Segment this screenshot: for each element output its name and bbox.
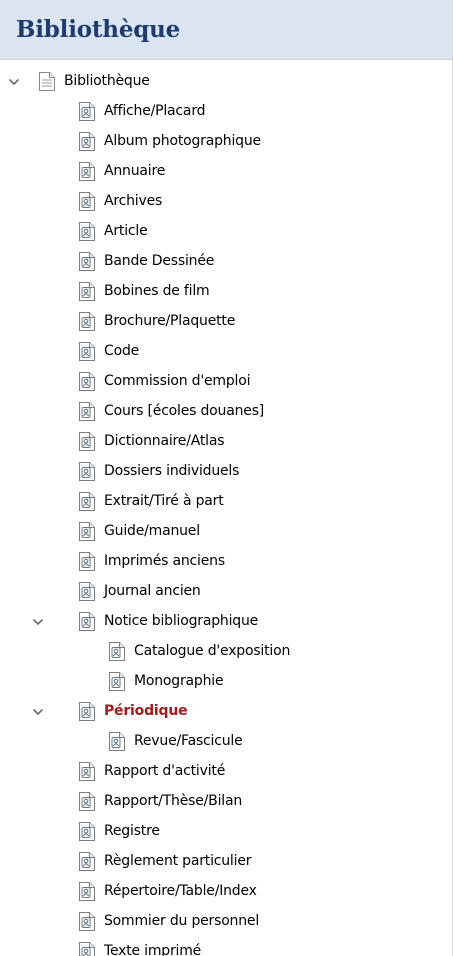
panel-header: Bibliothèque [0, 0, 452, 60]
tree-node-monographie[interactable]: Monographie [0, 667, 452, 697]
record-type-icon [78, 851, 96, 872]
tree-node-label: Code [104, 343, 140, 359]
tree-node-repertoire-table-index[interactable]: Répertoire/Table/Index [0, 877, 452, 907]
record-type-icon [78, 131, 96, 152]
tree-node-revue-fascicule[interactable]: Revue/Fascicule [0, 727, 452, 757]
tree-node-journal-ancien[interactable]: Journal ancien [0, 577, 452, 607]
record-type-icon [78, 401, 96, 422]
tree-node-sommier-du-personnel[interactable]: Sommier du personnel [0, 907, 452, 937]
tree-node-album-photographique[interactable]: Album photographique [0, 127, 452, 157]
record-type-icon [108, 731, 126, 752]
tree-node-label: Monographie [134, 673, 224, 689]
chevron-down-icon[interactable] [32, 706, 44, 718]
document-icon [38, 71, 56, 92]
tree-node-label: Bande Dessinée [104, 253, 215, 269]
record-type-icon [78, 791, 96, 812]
tree-node-article[interactable]: Article [0, 217, 452, 247]
tree-node-label: Revue/Fascicule [134, 733, 243, 749]
record-type-icon [78, 761, 96, 782]
tree-node-label: Sommier du personnel [104, 913, 260, 929]
record-type-icon [78, 701, 96, 722]
tree-node-dossiers-individuels[interactable]: Dossiers individuels [0, 457, 452, 487]
tree-node-bande-dessinee[interactable]: Bande Dessinée [0, 247, 452, 277]
record-type-icon [78, 821, 96, 842]
tree-node-notice-bibliographique[interactable]: Notice bibliographique [0, 607, 452, 637]
record-type-icon [108, 641, 126, 662]
record-type-icon [78, 521, 96, 542]
panel-title: Bibliothèque [16, 16, 181, 43]
tree-node-label: Texte imprimé [104, 943, 202, 956]
tree-node-label: Répertoire/Table/Index [104, 883, 257, 899]
record-type-icon [78, 221, 96, 242]
record-type-icon [78, 551, 96, 572]
tree-node-archives[interactable]: Archives [0, 187, 452, 217]
tree-node-brochure-plaquette[interactable]: Brochure/Plaquette [0, 307, 452, 337]
tree-node-commission-d-emploi[interactable]: Commission d'emploi [0, 367, 452, 397]
tree-node-label: Article [104, 223, 148, 239]
tree-node-rapport-d-activite[interactable]: Rapport d'activité [0, 757, 452, 787]
tree-node-dictionnaire-atlas[interactable]: Dictionnaire/Atlas [0, 427, 452, 457]
tree-node-label: Rapport/Thèse/Bilan [104, 793, 242, 809]
record-type-icon [78, 431, 96, 452]
tree-node-label: Affiche/Placard [104, 103, 206, 119]
record-type-icon [78, 161, 96, 182]
record-type-icon [108, 671, 126, 692]
tree-node-label: Règlement particulier [104, 853, 252, 869]
tree-node-label: Registre [104, 823, 160, 839]
tree-node-code[interactable]: Code [0, 337, 452, 367]
record-type-icon [78, 911, 96, 932]
record-type-icon [78, 881, 96, 902]
tree-node-affiche-placard[interactable]: Affiche/Placard [0, 97, 452, 127]
tree-node-texte-imprime[interactable]: Texte imprimé [0, 937, 452, 956]
tree-node-label: Catalogue d'exposition [134, 643, 291, 659]
tree-node-label: Journal ancien [104, 583, 201, 599]
record-type-icon [78, 251, 96, 272]
tree-node-label: Annuaire [104, 163, 166, 179]
tree-node-periodique[interactable]: Périodique [0, 697, 452, 727]
tree-node-label: Extrait/Tiré à part [104, 493, 224, 509]
tree-node-label: Rapport d'activité [104, 763, 226, 779]
tree-node-guide-manuel[interactable]: Guide/manuel [0, 517, 452, 547]
record-type-icon [78, 581, 96, 602]
tree-node-label: Cours [écoles douanes] [104, 403, 265, 419]
tree-node-label: Archives [104, 193, 163, 209]
tree-node-label: Bibliothèque [64, 73, 150, 89]
tree-node-label: Notice bibliographique [104, 613, 259, 629]
tree-node-registre[interactable]: Registre [0, 817, 452, 847]
chevron-down-icon[interactable] [8, 76, 20, 88]
tree-view[interactable]: Bibliothèque Affiche/Placard Album photogr… [0, 67, 452, 956]
tree-node-annuaire[interactable]: Annuaire [0, 157, 452, 187]
tree-node-label: Guide/manuel [104, 523, 200, 539]
record-type-icon [78, 341, 96, 362]
tree-node-label: Dossiers individuels [104, 463, 240, 479]
record-type-icon [78, 281, 96, 302]
tree-node-label: Commission d'emploi [104, 373, 251, 389]
library-panel: Bibliothèque Bibliothèque Affiche/Placard… [0, 0, 453, 956]
tree-node-reglement-particulier[interactable]: Règlement particulier [0, 847, 452, 877]
tree-node-label: Bobines de film [104, 283, 210, 299]
tree-node-label: Brochure/Plaquette [104, 313, 236, 329]
tree-node-label: Périodique [104, 703, 188, 719]
tree-node-label: Album photographique [104, 133, 261, 149]
record-type-icon [78, 461, 96, 482]
tree-node-root[interactable]: Bibliothèque [0, 67, 452, 97]
tree-node-catalogue-d-exposition[interactable]: Catalogue d'exposition [0, 637, 452, 667]
record-type-icon [78, 371, 96, 392]
record-type-icon [78, 101, 96, 122]
record-type-icon [78, 191, 96, 212]
record-type-icon [78, 491, 96, 512]
tree-node-cours-ecoles-douanes[interactable]: Cours [écoles douanes] [0, 397, 452, 427]
record-type-icon [78, 311, 96, 332]
tree-node-label: Dictionnaire/Atlas [104, 433, 225, 449]
tree-node-bobines-de-film[interactable]: Bobines de film [0, 277, 452, 307]
record-type-icon [78, 941, 96, 956]
tree-node-imprimes-anciens[interactable]: Imprimés anciens [0, 547, 452, 577]
chevron-down-icon[interactable] [32, 616, 44, 628]
tree-node-extrait-tire-a-part[interactable]: Extrait/Tiré à part [0, 487, 452, 517]
tree-node-label: Imprimés anciens [104, 553, 225, 569]
tree-node-rapport-these-bilan[interactable]: Rapport/Thèse/Bilan [0, 787, 452, 817]
record-type-icon [78, 611, 96, 632]
